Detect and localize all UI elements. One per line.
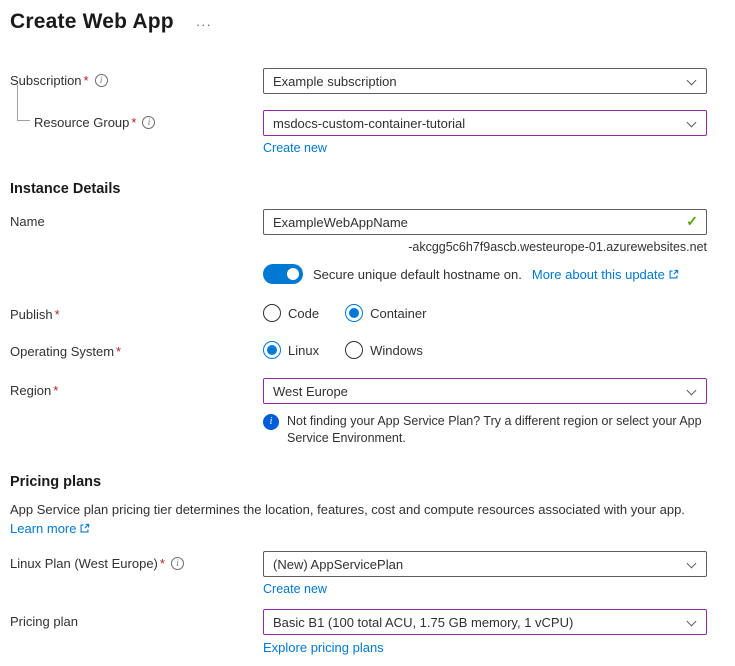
toggle-label: Secure unique default hostname on.	[313, 267, 522, 282]
region-dropdown[interactable]: West Europe	[263, 378, 707, 404]
chevron-down-icon	[687, 76, 697, 86]
radio-code-label: Code	[288, 306, 319, 321]
os-label: Operating System*	[10, 344, 121, 359]
radio-windows[interactable]: Windows	[345, 341, 423, 359]
more-about-update-link[interactable]: More about this update	[532, 267, 679, 282]
linux-plan-label: Linux Plan (West Europe)*	[10, 556, 165, 571]
learn-more-link[interactable]: Learn more	[10, 521, 90, 536]
hostname-toggle-row: Secure unique default hostname on. More …	[263, 264, 725, 284]
subscription-row: Subscription* i Example subscription	[10, 68, 725, 94]
pricing-plan-row: Pricing plan Basic B1 (100 total ACU, 1.…	[10, 609, 725, 657]
secure-hostname-toggle[interactable]	[263, 264, 303, 284]
region-note-text: Not finding your App Service Plan? Try a…	[287, 413, 715, 447]
required-marker: *	[84, 73, 89, 88]
region-label-col: Region*	[10, 378, 263, 398]
region-row: Region* West Europe	[10, 378, 725, 404]
pricing-plan-label: Pricing plan	[10, 614, 78, 629]
required-marker: *	[131, 115, 136, 130]
linux-plan-label-col: Linux Plan (West Europe)* i	[10, 551, 263, 571]
resource-group-row: Resource Group* i msdocs-custom-containe…	[10, 110, 725, 157]
resource-group-dropdown[interactable]: msdocs-custom-container-tutorial	[263, 110, 707, 136]
pricing-description: App Service plan pricing tier determines…	[10, 501, 725, 519]
region-note: i Not finding your App Service Plan? Try…	[263, 413, 715, 447]
subscription-value: Example subscription	[273, 74, 397, 89]
pricing-plan-value: Basic B1 (100 total ACU, 1.75 GB memory,…	[273, 615, 573, 630]
linux-plan-row: Linux Plan (West Europe)* i (New) AppSer…	[10, 551, 725, 598]
external-link-icon	[79, 523, 90, 534]
info-icon[interactable]: i	[171, 557, 184, 570]
name-row: Name ✓ -akcgg5c6h7f9ascb.westeurope-01.a…	[10, 209, 725, 254]
required-marker: *	[160, 556, 165, 571]
linux-plan-dropdown[interactable]: (New) AppServicePlan	[263, 551, 707, 577]
radio-selected-icon	[263, 341, 281, 359]
resource-group-label-col: Resource Group* i	[10, 110, 263, 130]
resource-group-label: Resource Group*	[34, 115, 136, 130]
tree-connector	[17, 85, 30, 121]
os-radio-group: Linux Windows	[263, 339, 707, 359]
radio-unselected-icon	[263, 304, 281, 322]
chevron-down-icon	[687, 118, 697, 128]
radio-windows-label: Windows	[370, 343, 423, 358]
required-marker: *	[55, 307, 60, 322]
radio-linux-label: Linux	[288, 343, 319, 358]
info-filled-icon: i	[263, 414, 279, 430]
pricing-plans-heading: Pricing plans	[10, 474, 725, 490]
more-options-button[interactable]: ···	[196, 13, 212, 32]
publish-label-col: Publish*	[10, 302, 263, 322]
hostname-suffix: -akcgg5c6h7f9ascb.westeurope-01.azureweb…	[263, 240, 707, 254]
required-marker: *	[116, 344, 121, 359]
header: Create Web App ···	[10, 10, 725, 34]
instance-details-heading: Instance Details	[10, 181, 725, 197]
toggle-knob-icon	[287, 268, 299, 280]
publish-radio-group: Code Container	[263, 302, 707, 322]
chevron-down-icon	[687, 386, 697, 396]
radio-linux[interactable]: Linux	[263, 341, 319, 359]
name-label: Name	[10, 214, 45, 229]
page-title: Create Web App	[10, 10, 174, 34]
info-icon[interactable]: i	[95, 74, 108, 87]
subscription-dropdown[interactable]: Example subscription	[263, 68, 707, 94]
radio-container-label: Container	[370, 306, 426, 321]
radio-code[interactable]: Code	[263, 304, 319, 322]
radio-unselected-icon	[345, 341, 363, 359]
region-value: West Europe	[273, 384, 348, 399]
name-input[interactable]	[263, 209, 707, 235]
os-label-col: Operating System*	[10, 339, 263, 359]
publish-label: Publish*	[10, 307, 60, 322]
resource-group-value: msdocs-custom-container-tutorial	[273, 116, 465, 131]
explore-pricing-plans-link[interactable]: Explore pricing plans	[263, 640, 384, 655]
required-marker: *	[53, 383, 58, 398]
pricing-plan-dropdown[interactable]: Basic B1 (100 total ACU, 1.75 GB memory,…	[263, 609, 707, 635]
subscription-label-col: Subscription* i	[10, 68, 263, 88]
external-link-icon	[668, 269, 679, 280]
radio-container[interactable]: Container	[345, 304, 426, 322]
create-new-plan-link[interactable]: Create new	[263, 582, 327, 596]
os-row: Operating System* Linux Windows	[10, 339, 725, 359]
radio-selected-icon	[345, 304, 363, 322]
pricing-plan-label-col: Pricing plan	[10, 609, 263, 629]
publish-row: Publish* Code Container	[10, 302, 725, 322]
region-label: Region*	[10, 383, 58, 398]
linux-plan-value: (New) AppServicePlan	[273, 557, 403, 572]
chevron-down-icon	[687, 617, 697, 627]
chevron-down-icon	[687, 559, 697, 569]
create-new-resource-group-link[interactable]: Create new	[263, 141, 327, 155]
valid-check-icon: ✓	[686, 213, 698, 230]
create-web-app-form: Create Web App ··· Subscription* i Examp…	[0, 0, 735, 657]
info-icon[interactable]: i	[142, 116, 155, 129]
name-label-col: Name	[10, 209, 263, 229]
